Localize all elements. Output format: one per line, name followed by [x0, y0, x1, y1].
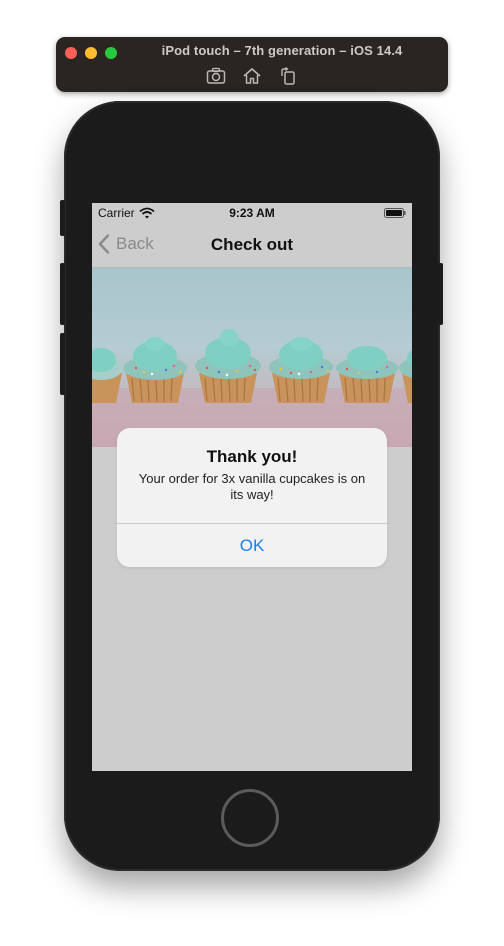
mute-switch [60, 200, 65, 236]
simulator-toolbar [56, 66, 448, 86]
device-home-button[interactable] [221, 789, 279, 847]
simulator-title: iPod touch – 7th generation – iOS 14.4 [161, 43, 403, 58]
minimize-window-button[interactable] [85, 47, 97, 59]
home-icon [243, 67, 261, 84]
volume-down-button [60, 333, 65, 395]
alert-title: Thank you! [206, 447, 298, 466]
camera-icon [206, 67, 226, 84]
rotate-icon [281, 67, 295, 85]
zoom-window-button[interactable] [105, 47, 117, 59]
alert-message: Your order for 3x vanilla cupcakes is on… [138, 471, 366, 502]
device-screen: Carrier 9:23 AM Back Check out Thank you… [92, 203, 412, 771]
volume-up-button [60, 263, 65, 325]
ok-button[interactable]: OK [117, 524, 387, 567]
alert-dialog: Thank you! Your order for 3x vanilla cup… [117, 428, 387, 567]
power-button [438, 263, 443, 325]
rotate-button[interactable] [277, 66, 299, 86]
screenshot-button[interactable] [205, 66, 227, 86]
window-controls [65, 47, 117, 59]
close-window-button[interactable] [65, 47, 77, 59]
home-button-tool[interactable] [241, 66, 263, 86]
simulator-title-bar: iPod touch – 7th generation – iOS 14.4 [56, 37, 448, 92]
